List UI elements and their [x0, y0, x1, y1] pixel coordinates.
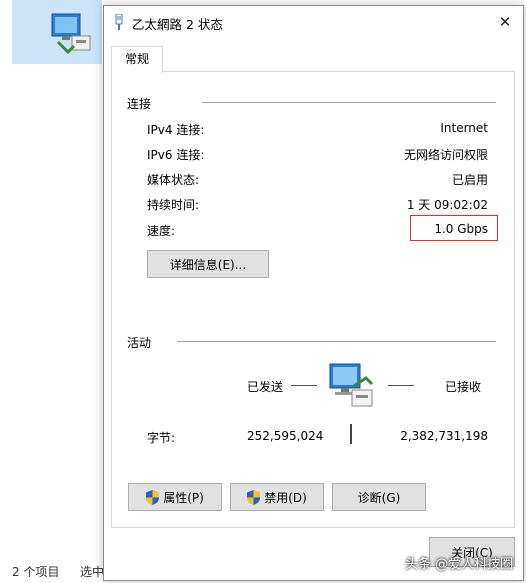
speed-label: 速度: — [147, 224, 176, 238]
close-icon[interactable]: ✕ — [492, 10, 518, 34]
status-selected: 选中 — [80, 565, 105, 579]
sent-line — [291, 385, 317, 386]
duration-label: 持续时间: — [147, 198, 200, 212]
duration-value: 1 天 09:02:02 — [406, 198, 488, 212]
bytes-separator — [350, 424, 352, 444]
status-item-count: 2 个项目 — [12, 565, 60, 579]
media-state-label: 媒体状态: — [147, 173, 200, 187]
ipv6-label: IPv6 连接: — [147, 148, 205, 162]
properties-button[interactable]: 属性(P) — [128, 483, 222, 511]
received-label: 已接收 — [445, 380, 482, 394]
ipv4-value: Internet — [440, 121, 488, 135]
connection-divider — [202, 102, 496, 103]
activity-section-label: 活动 — [127, 336, 152, 350]
network-adapter-icon — [115, 14, 123, 30]
title-bar[interactable]: 乙太網路 2 状态 ✕ — [104, 6, 523, 38]
watermark-text: 头条 @爱人科技圈 — [405, 557, 514, 572]
dialog-title: 乙太網路 2 状态 — [132, 17, 223, 32]
status-dialog: 乙太網路 2 状态 ✕ 常规 连接 IPv4 连接: Internet IPv6… — [103, 5, 524, 581]
ipv6-value: 无网络访问权限 — [403, 148, 488, 162]
ipv4-label: IPv4 连接: — [147, 123, 205, 137]
general-panel: 连接 IPv4 连接: Internet IPv6 连接: 无网络访问权限 媒体… — [111, 71, 515, 528]
disable-button[interactable]: 禁用(D) — [230, 483, 324, 511]
sent-label: 已发送 — [247, 380, 284, 394]
activity-divider — [177, 341, 496, 342]
network-connection-icon — [51, 13, 91, 55]
media-state-value: 已启用 — [451, 173, 488, 187]
uac-shield-icon — [247, 489, 261, 505]
speed-value: 1.0 Gbps — [434, 222, 488, 236]
received-line — [388, 385, 414, 386]
properties-button-label: 属性(P) — [163, 490, 204, 505]
bytes-label: 字节: — [147, 431, 176, 445]
uac-shield-icon — [146, 489, 160, 505]
details-button[interactable]: 详细信息(E)... — [147, 250, 269, 278]
bytes-sent-value: 252,595,024 — [247, 429, 324, 443]
disable-button-label: 禁用(D) — [264, 490, 307, 505]
connection-section-label: 连接 — [127, 97, 152, 111]
tab-general[interactable]: 常规 — [111, 46, 163, 73]
network-activity-icon — [329, 363, 374, 407]
diagnose-button[interactable]: 诊断(G) — [332, 483, 426, 511]
bytes-received-value: 2,382,731,198 — [400, 429, 488, 443]
